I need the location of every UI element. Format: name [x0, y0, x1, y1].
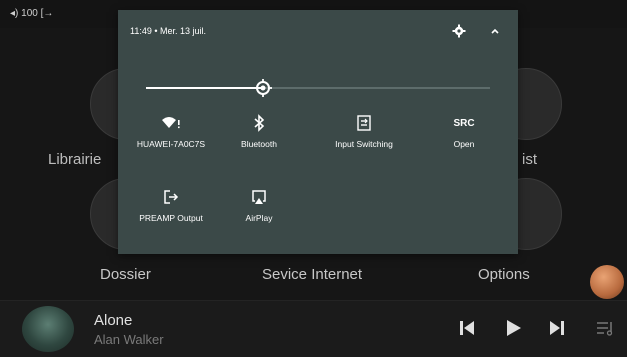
qs-tile-label: Input Switching: [335, 139, 393, 149]
play-icon[interactable]: [502, 317, 524, 339]
track-title: Alone: [94, 312, 133, 329]
brightness-slider-fill: [146, 87, 263, 89]
wifi-icon: [162, 117, 180, 129]
chevron-up-icon[interactable]: [488, 24, 502, 38]
volume-value: 100: [21, 8, 38, 19]
gear-icon[interactable]: [452, 24, 466, 38]
qs-tile-label: Bluetooth: [241, 139, 277, 149]
qs-tile-label: AirPlay: [245, 213, 273, 223]
internet-service-label[interactable]: Sevice Internet: [262, 266, 362, 283]
brightness-thumb-icon[interactable]: [253, 78, 273, 98]
qs-tile-label: HUAWEI-7A0C7S: [136, 139, 206, 149]
album-art[interactable]: [22, 306, 74, 352]
input-switching-icon: [357, 115, 371, 131]
output-icon: [164, 190, 179, 204]
qs-tile-label: PREAMP Output: [139, 213, 203, 223]
airplay-icon: [252, 190, 266, 204]
qs-tile-airplay[interactable]: AirPlay: [209, 186, 309, 223]
options-label[interactable]: Options: [478, 266, 530, 283]
qs-tile-preamp-output[interactable]: PREAMP Output: [121, 186, 221, 223]
qs-tile-input-switching[interactable]: Input Switching: [314, 112, 414, 149]
track-artist: Alan Walker: [94, 332, 164, 347]
exit-icon: [→: [40, 8, 54, 19]
qs-tile-label: Open: [453, 139, 475, 149]
library-label: Librairie: [48, 151, 102, 168]
quick-settings-panel: 11:49 • Mer. 13 juil. HUAWEI-7A0C7S Blue…: [118, 10, 518, 254]
playlist-label: ist: [522, 151, 537, 168]
bluetooth-icon: [254, 114, 265, 132]
previous-track-icon[interactable]: [456, 317, 478, 339]
next-track-icon[interactable]: [546, 317, 568, 339]
qs-tile-wifi[interactable]: HUAWEI-7A0C7S: [121, 112, 221, 149]
queue-icon[interactable]: [594, 317, 616, 339]
qs-tile-bluetooth[interactable]: Bluetooth: [209, 112, 309, 149]
source-icon: SRC: [453, 117, 475, 129]
brightness-slider[interactable]: [146, 87, 490, 89]
volume-indicator: ◂) 100 [→: [10, 8, 53, 19]
folder-label[interactable]: Dossier: [100, 266, 151, 283]
floating-assist-button[interactable]: [590, 265, 624, 299]
clock-date: 11:49 • Mer. 13 juil.: [130, 26, 207, 36]
qs-tile-source[interactable]: SRC Open: [414, 112, 514, 150]
speaker-icon: ◂): [10, 8, 19, 19]
